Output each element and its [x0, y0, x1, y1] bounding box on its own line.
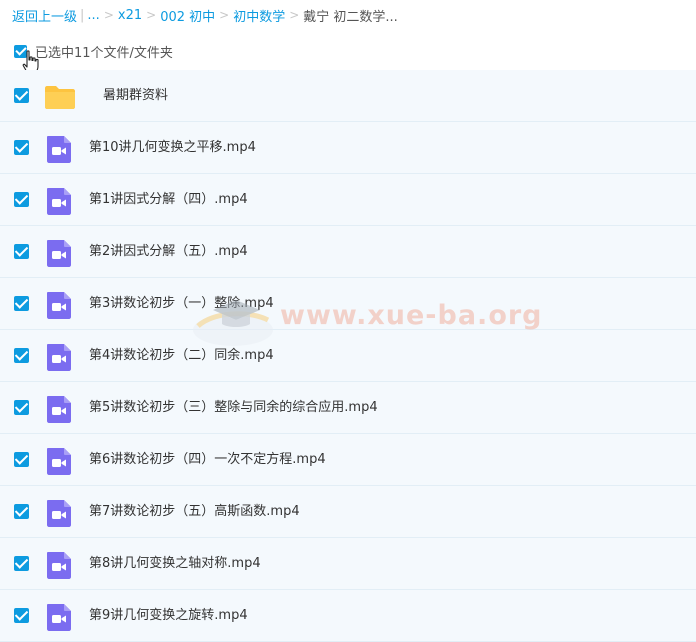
file-name[interactable]: 第9讲几何变换之旋转.mp4	[89, 590, 248, 642]
video-file-icon	[44, 186, 74, 216]
row-checkbox[interactable]	[14, 244, 29, 259]
file-name[interactable]: 第6讲数论初步（四）一次不定方程.mp4	[89, 434, 326, 486]
file-row[interactable]: 第9讲几何变换之旋转.mp4	[0, 590, 696, 642]
breadcrumb: 返回上一级 | ... > x21 > 002 初中 > 初中数学 > 戴宁 初…	[12, 6, 696, 25]
file-name[interactable]: 第10讲几何变换之平移.mp4	[89, 122, 256, 174]
file-row[interactable]: 第2讲因式分解（五）.mp4	[0, 226, 696, 278]
selection-count-label: 已选中11个文件/文件夹	[35, 45, 173, 61]
video-file-icon	[44, 134, 74, 164]
breadcrumb-current: 戴宁 初二数学...	[303, 9, 398, 25]
video-file-icon	[44, 446, 74, 476]
video-file-icon	[44, 550, 74, 580]
breadcrumb-ellipsis[interactable]: ...	[87, 8, 99, 23]
file-row[interactable]: 第1讲因式分解（四）.mp4	[0, 174, 696, 226]
folder-icon	[44, 82, 75, 112]
breadcrumb-item-junior-math[interactable]: 初中数学	[233, 6, 285, 25]
video-file-icon	[44, 238, 74, 268]
row-checkbox[interactable]	[14, 400, 29, 415]
folder-row[interactable]: 暑期群资料	[0, 70, 696, 122]
breadcrumb-item-x21[interactable]: x21	[118, 8, 142, 23]
file-name[interactable]: 第1讲因式分解（四）.mp4	[89, 174, 248, 226]
selection-bar: 已选中11个文件/文件夹	[0, 36, 696, 66]
file-name[interactable]: 暑期群资料	[103, 70, 168, 122]
row-checkbox[interactable]	[14, 192, 29, 207]
row-checkbox[interactable]	[14, 296, 29, 311]
video-file-icon	[44, 602, 74, 632]
row-checkbox[interactable]	[14, 88, 29, 103]
video-file-icon	[44, 290, 74, 320]
file-row[interactable]: 第7讲数论初步（五）高斯函数.mp4	[0, 486, 696, 538]
chevron-right-icon: >	[103, 8, 114, 22]
row-checkbox[interactable]	[14, 140, 29, 155]
file-name[interactable]: 第7讲数论初步（五）高斯函数.mp4	[89, 486, 300, 538]
file-row[interactable]: 第6讲数论初步（四）一次不定方程.mp4	[0, 434, 696, 486]
video-file-icon	[44, 342, 74, 372]
file-name[interactable]: 第5讲数论初步（三）整除与同余的综合应用.mp4	[89, 382, 378, 434]
file-list: 暑期群资料 第10讲几何变换之平移.mp4 第1讲因式分解（四）.mp4 第2讲因式分…	[0, 70, 696, 642]
chevron-right-icon: >	[289, 8, 300, 22]
row-checkbox[interactable]	[14, 556, 29, 571]
video-file-icon	[44, 394, 74, 424]
row-checkbox[interactable]	[14, 348, 29, 363]
file-row[interactable]: 第5讲数论初步（三）整除与同余的综合应用.mp4	[0, 382, 696, 434]
row-checkbox[interactable]	[14, 452, 29, 467]
file-row[interactable]: 第4讲数论初步（二）同余.mp4	[0, 330, 696, 382]
chevron-right-icon: >	[146, 8, 157, 22]
file-name[interactable]: 第3讲数论初步（一）整除.mp4	[89, 278, 274, 330]
video-file-icon	[44, 498, 74, 528]
file-name[interactable]: 第2讲因式分解（五）.mp4	[89, 226, 248, 278]
file-row[interactable]: 第8讲几何变换之轴对称.mp4	[0, 538, 696, 590]
file-name[interactable]: 第8讲几何变换之轴对称.mp4	[89, 538, 261, 590]
row-checkbox[interactable]	[14, 608, 29, 623]
breadcrumb-divider: |	[80, 7, 85, 23]
breadcrumb-item-002-junior-high[interactable]: 002 初中	[160, 6, 215, 25]
file-row[interactable]: 第10讲几何变换之平移.mp4	[0, 122, 696, 174]
file-row[interactable]: 第3讲数论初步（一）整除.mp4	[0, 278, 696, 330]
chevron-right-icon: >	[219, 8, 230, 22]
back-link[interactable]: 返回上一级	[12, 6, 77, 25]
file-name[interactable]: 第4讲数论初步（二）同余.mp4	[89, 330, 274, 382]
row-checkbox[interactable]	[14, 504, 29, 519]
